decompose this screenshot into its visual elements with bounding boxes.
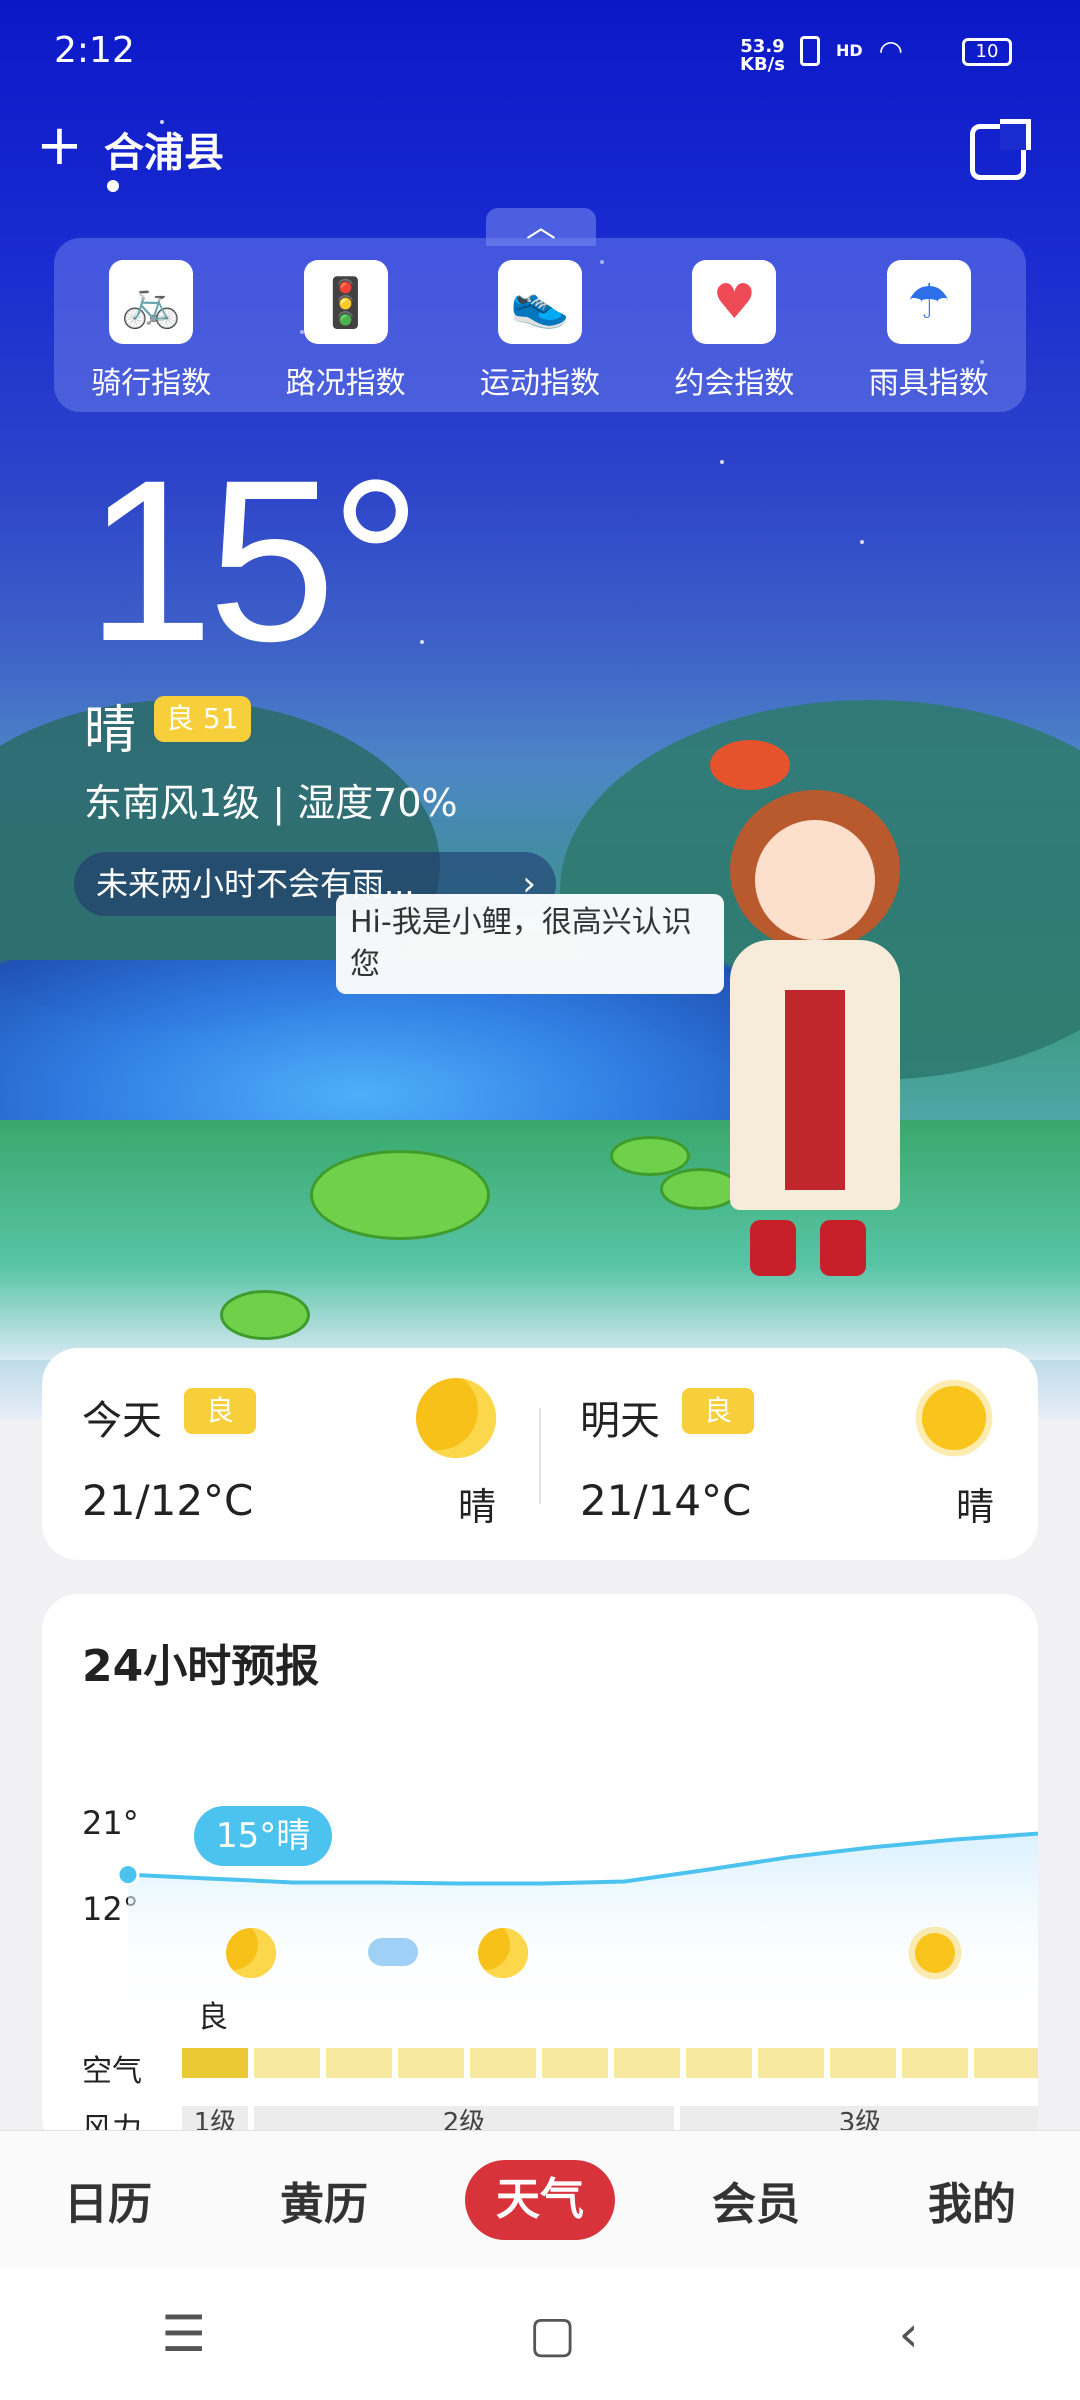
index-umbrella[interactable]: ☂ 雨具指数 <box>844 260 1014 412</box>
vibrate-icon <box>800 35 820 66</box>
page-indicator <box>107 180 119 192</box>
today-aqi-badge: 良 <box>184 1388 257 1434</box>
bicycle-icon: 🚲 <box>109 260 194 344</box>
umbrella-icon: ☂ <box>886 260 971 344</box>
aqi-label: 良 <box>198 2000 228 2035</box>
air-row-label: 空气 <box>82 2054 142 2089</box>
current-hour-point <box>116 1863 140 1887</box>
nav-calendar[interactable]: 日历 <box>33 2168 183 2232</box>
index-traffic[interactable]: 🚦 路况指数 <box>261 260 431 412</box>
battery-icon: 10 <box>962 38 1012 66</box>
current-hour-tooltip: 15°晴 <box>194 1806 333 1866</box>
life-index-panel: 🚲 骑行指数 🚦 路况指数 👟 运动指数 ♥ 约会指数 ☂ 雨具指数 <box>54 238 1026 412</box>
aqi-badge[interactable]: 良 51 <box>154 696 251 742</box>
city-name[interactable]: 合浦县 <box>104 120 224 178</box>
nav-membership[interactable]: 会员 <box>681 2168 831 2232</box>
sun-icon <box>922 1386 986 1450</box>
mascot-speech-bubble: Hi-我是小鲤，很高兴认识您 <box>336 894 724 994</box>
cloudy-night-icon <box>368 1938 418 1966</box>
tomorrow-summary[interactable]: 明天 良 21/14°C 晴 <box>540 1348 1038 1560</box>
index-sport[interactable]: 👟 运动指数 <box>455 260 625 412</box>
koi-fish-icon <box>710 740 790 790</box>
index-cycling[interactable]: 🚲 骑行指数 <box>66 260 236 412</box>
bottom-nav: 日历 黄历 天气 会员 我的 <box>0 2130 1080 2268</box>
signal-icons: HD ◠ <box>800 34 903 67</box>
daily-summary-card: 今天 良 21/12°C 晴 明天 良 21/14°C 晴 <box>42 1348 1038 1560</box>
back-icon[interactable]: ‹ <box>899 2305 919 2363</box>
running-shoe-icon: 👟 <box>497 260 582 344</box>
current-condition: 晴 <box>84 701 137 761</box>
status-bar: 2:12 53.9 KB/s HD ◠ 10 <box>0 0 1080 110</box>
moon-icon <box>478 1928 528 1978</box>
index-date[interactable]: ♥ 约会指数 <box>649 260 819 412</box>
moon-icon <box>416 1378 496 1458</box>
wifi-icon: ◠ <box>878 34 904 67</box>
sun-icon <box>915 1933 955 1973</box>
network-speed: 53.9 KB/s <box>740 36 785 75</box>
nav-mine[interactable]: 我的 <box>897 2168 1047 2232</box>
nav-weather[interactable]: 天气 <box>465 2159 615 2240</box>
hourly-forecast-card[interactable]: 24小时预报 21° 12° 15°晴 良 空气 风力 1级 2级 3级 <box>42 1594 1038 2154</box>
nav-almanac[interactable]: 黄历 <box>249 2168 399 2232</box>
tomorrow-aqi-badge: 良 <box>682 1388 755 1434</box>
mascot-character[interactable] <box>700 740 940 1300</box>
hearts-icon: ♥ <box>692 260 777 344</box>
share-icon[interactable] <box>970 119 1031 180</box>
status-time: 2:12 <box>54 30 135 71</box>
current-temperature: 15° <box>86 432 422 689</box>
menu-icon[interactable]: ☰ <box>161 2305 206 2363</box>
system-nav-bar: ☰ ▢ ‹ <box>0 2268 1080 2400</box>
traffic-light-icon: 🚦 <box>303 260 388 344</box>
signal-icon: HD <box>836 41 863 60</box>
home-icon[interactable]: ▢ <box>529 2305 576 2363</box>
add-city-icon[interactable]: + <box>36 118 83 174</box>
aqi-bars <box>182 2048 1038 2078</box>
today-summary[interactable]: 今天 良 21/12°C 晴 <box>42 1348 540 1560</box>
moon-icon <box>226 1928 276 1978</box>
wind-humidity: 东南风1级 | 湿度70% <box>84 781 458 825</box>
